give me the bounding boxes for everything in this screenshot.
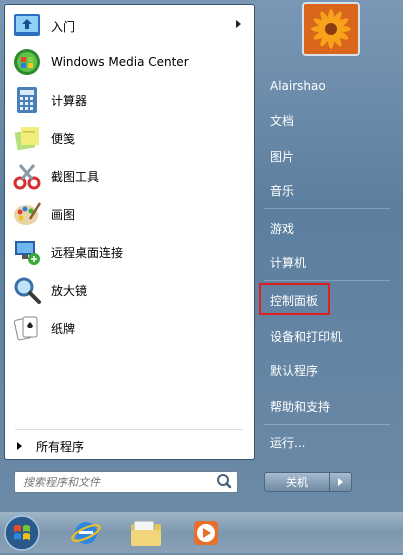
solitaire-icon bbox=[11, 312, 43, 344]
media-player-icon bbox=[194, 521, 218, 545]
paint-icon bbox=[11, 198, 43, 230]
control-panel-link[interactable]: 控制面板 bbox=[262, 286, 346, 314]
all-programs-button[interactable]: 所有程序 bbox=[13, 435, 249, 457]
chevron-right-icon bbox=[338, 478, 343, 486]
search-icon[interactable] bbox=[214, 472, 234, 492]
search-box bbox=[14, 471, 238, 493]
games-link[interactable]: 游戏 bbox=[262, 214, 346, 242]
separator bbox=[15, 429, 243, 430]
shutdown-options-button[interactable] bbox=[330, 472, 352, 492]
search-input[interactable] bbox=[15, 472, 214, 492]
menu-item-getting-started[interactable]: 入门 bbox=[11, 9, 249, 43]
documents-link[interactable]: 文档 bbox=[262, 106, 346, 134]
all-programs-label: 所有程序 bbox=[36, 439, 85, 454]
windows-logo-icon bbox=[4, 515, 40, 551]
windows-media-center-icon bbox=[11, 46, 43, 78]
magnifier-icon bbox=[11, 274, 43, 306]
menu-item-snipping-tool[interactable]: 截图工具 bbox=[11, 159, 249, 193]
media-player-button[interactable] bbox=[186, 515, 226, 551]
separator bbox=[264, 280, 390, 281]
internet-explorer-icon bbox=[71, 522, 101, 544]
menu-item-windows-media-center[interactable]: Windows Media Center bbox=[11, 45, 249, 79]
menu-item-remote-desktop[interactable]: 远程桌面连接 bbox=[11, 235, 249, 269]
pictures-link[interactable]: 图片 bbox=[262, 142, 346, 170]
help-and-support-link[interactable]: 帮助和支持 bbox=[262, 392, 382, 420]
menu-item-paint[interactable]: 画图 bbox=[11, 197, 249, 231]
menu-item-sticky-notes[interactable]: 便笺 bbox=[11, 121, 249, 155]
default-programs-link[interactable]: 默认程序 bbox=[262, 356, 382, 384]
sticky-notes-icon bbox=[11, 122, 43, 154]
user-avatar[interactable] bbox=[302, 2, 360, 56]
run-link[interactable]: 运行... bbox=[262, 428, 346, 456]
getting-started-icon bbox=[11, 10, 43, 42]
devices-and-printers-link[interactable]: 设备和打印机 bbox=[262, 322, 382, 350]
computer-link[interactable]: 计算机 bbox=[262, 248, 346, 276]
expand-arrow-icon bbox=[17, 442, 22, 450]
internet-explorer-button[interactable] bbox=[66, 515, 106, 551]
user-name-link[interactable]: Alairshao bbox=[262, 72, 346, 100]
snipping-tool-icon bbox=[11, 160, 43, 192]
menu-item-magnifier[interactable]: 放大镜 bbox=[11, 273, 249, 307]
separator bbox=[264, 424, 390, 425]
remote-desktop-icon bbox=[11, 236, 43, 268]
calculator-icon bbox=[11, 84, 43, 116]
separator bbox=[264, 208, 390, 209]
file-explorer-icon bbox=[131, 520, 161, 546]
submenu-arrow-icon bbox=[236, 20, 241, 28]
programs-pane: 入门 Windows Media Center 计算器 便笺 截图工具 画图 远… bbox=[4, 4, 255, 460]
start-orb-button[interactable] bbox=[2, 514, 42, 552]
shutdown-button[interactable]: 关机 bbox=[264, 472, 330, 492]
menu-item-solitaire[interactable]: 纸牌 bbox=[11, 311, 249, 345]
file-explorer-button[interactable] bbox=[126, 515, 166, 551]
music-link[interactable]: 音乐 bbox=[262, 176, 346, 204]
menu-item-calculator[interactable]: 计算器 bbox=[11, 83, 249, 117]
